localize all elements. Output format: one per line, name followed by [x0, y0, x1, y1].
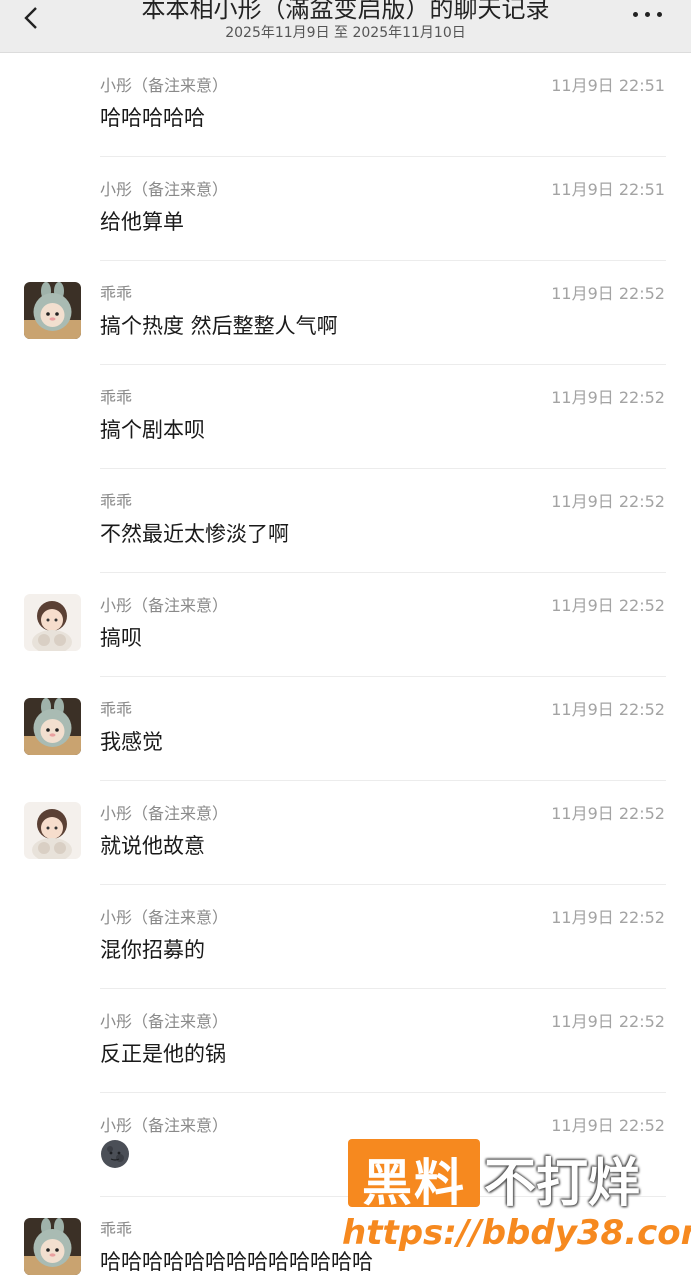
- avatar[interactable]: [24, 594, 81, 651]
- message-row[interactable]: 小彤（备注来意） 11月9日 22:51 哈哈哈哈哈: [0, 53, 691, 157]
- watermark-url: https://bbdy38.com: [342, 1213, 691, 1253]
- page-title: 本本相小形（滿盆变启版）的聊天记录: [141, 0, 550, 23]
- chat-history-page: 本本相小形（滿盆变启版）的聊天记录 2025年11月9日 至 2025年11月1…: [0, 0, 691, 1280]
- message-text: 就说他故意: [100, 834, 205, 858]
- message-time: 11月9日 22:52: [551, 1012, 665, 1031]
- message-text: 反正是他的锅: [100, 1042, 226, 1066]
- watermark-side-text: 不打烊: [484, 1154, 641, 1214]
- message-time: 11月9日 22:52: [551, 388, 665, 407]
- message-text: 不然最近太惨淡了啊: [100, 522, 289, 546]
- avatar[interactable]: [24, 698, 81, 755]
- sender-name: 小彤（备注来意）: [100, 1012, 229, 1031]
- sender-name: 乖乖: [100, 1220, 133, 1239]
- sender-name: 小彤（备注来意）: [100, 596, 229, 615]
- message-text: 给他算单: [100, 210, 184, 234]
- message-row[interactable]: 乖乖 11月9日 22:52 我感觉: [0, 677, 691, 781]
- message-text: 搞呗: [100, 626, 142, 650]
- message-text: 混你招募的: [100, 938, 205, 962]
- message-time: 11月9日 22:52: [551, 596, 665, 615]
- message-text: 搞个剧本呗: [100, 418, 205, 442]
- watermark: 黑料 不打烊 https://bbdy38.com: [340, 1133, 691, 1280]
- sender-name: 乖乖: [100, 284, 133, 303]
- message-row[interactable]: 小彤（备注来意） 11月9日 22:52 反正是他的锅: [0, 989, 691, 1093]
- message-time: 11月9日 22:51: [551, 76, 665, 95]
- message-row[interactable]: 乖乖 11月9日 22:52 搞个剧本呗: [0, 365, 691, 469]
- avatar[interactable]: [24, 1218, 81, 1275]
- watermark-badge-text: 黑料: [362, 1154, 466, 1212]
- sender-name: 小彤（备注来意）: [100, 180, 229, 199]
- message-row[interactable]: 小彤（备注来意） 11月9日 22:52 混你招募的: [0, 885, 691, 989]
- message-time: 11月9日 22:52: [551, 908, 665, 927]
- message-row[interactable]: 小彤（备注来意） 11月9日 22:52 就说他故意: [0, 781, 691, 885]
- avatar[interactable]: [24, 802, 81, 859]
- sender-name: 小彤（备注来意）: [100, 76, 229, 95]
- sender-name: 小彤（备注来意）: [100, 804, 229, 823]
- sender-name: 乖乖: [100, 700, 133, 719]
- message-time: 11月9日 22:51: [551, 180, 665, 199]
- message-text: 我感觉: [100, 730, 163, 754]
- more-options-icon[interactable]: [633, 10, 663, 20]
- header-bar: 本本相小形（滿盆变启版）的聊天记录 2025年11月9日 至 2025年11月1…: [0, 0, 691, 53]
- message-text: 哈哈哈哈哈哈哈哈哈哈哈哈哈: [100, 1250, 373, 1274]
- message-text: 搞个热度 然后整整人气啊: [100, 314, 338, 338]
- sender-name: 小彤（备注来意）: [100, 1116, 229, 1135]
- message-time: 11月9日 22:52: [551, 492, 665, 511]
- message-time: 11月9日 22:52: [551, 284, 665, 303]
- message-time: 11月9日 22:52: [551, 700, 665, 719]
- new-moon-face-emoji: [100, 1139, 130, 1169]
- sender-name: 乖乖: [100, 388, 133, 407]
- sender-name: 小彤（备注来意）: [100, 908, 229, 927]
- message-row[interactable]: 乖乖 11月9日 22:52 不然最近太惨淡了啊: [0, 469, 691, 573]
- avatar[interactable]: [24, 282, 81, 339]
- message-row[interactable]: 小彤（备注来意） 11月9日 22:51 给他算单: [0, 157, 691, 261]
- message-row[interactable]: 乖乖 11月9日 22:52 搞个热度 然后整整人气啊: [0, 261, 691, 365]
- sender-name: 乖乖: [100, 492, 133, 511]
- watermark-badge: 黑料: [348, 1139, 480, 1212]
- message-row[interactable]: 小彤（备注来意） 11月9日 22:52 搞呗: [0, 573, 691, 677]
- message-time: 11月9日 22:52: [551, 804, 665, 823]
- date-range: 2025年11月9日 至 2025年11月10日: [225, 25, 466, 41]
- message-text: 哈哈哈哈哈: [100, 106, 205, 130]
